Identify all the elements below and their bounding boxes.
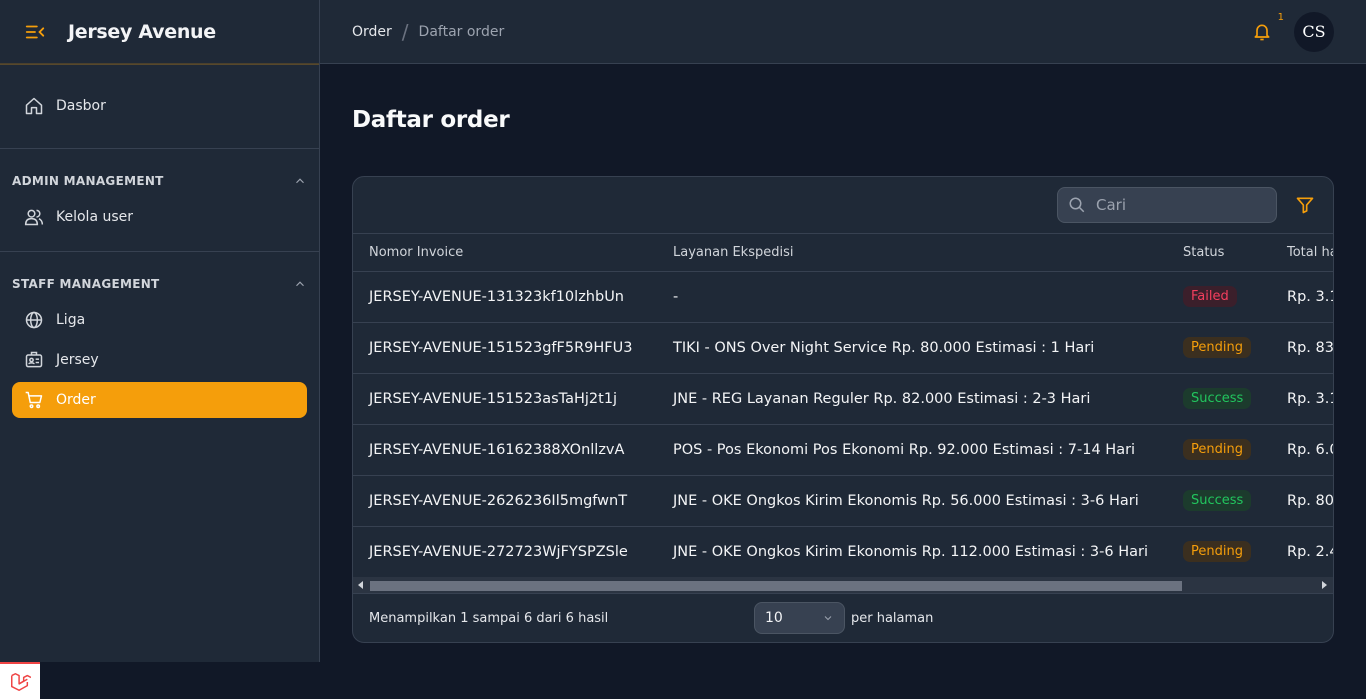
total-cell: Rp. 6.0 [1271, 424, 1333, 476]
brand-title: Jersey Avenue [68, 20, 216, 43]
column-header-invoice[interactable]: Nomor Invoice [353, 234, 657, 272]
sidebar-item-dasbor[interactable]: Dasbor [12, 88, 307, 124]
status-badge: Pending [1183, 541, 1251, 563]
sidebar-item-label: Order [56, 392, 96, 408]
invoice-cell: JERSEY-AVENUE-151523asTaHj2t1j [353, 373, 657, 425]
shipping-cell: POS - Pos Ekonomi Pos Ekonomi Rp. 92.000… [657, 424, 1167, 476]
topbar: Order / Daftar order 1 CS [320, 0, 1366, 64]
orders-table: Nomor Invoice Layanan Ekspedisi Status T… [353, 234, 1333, 577]
table-header-row: Nomor Invoice Layanan Ekspedisi Status T… [353, 234, 1333, 272]
sidebar-item-kelola-user[interactable]: Kelola user [12, 199, 307, 235]
per-page-select[interactable]: 10 [754, 602, 845, 634]
chevron-up-icon [296, 178, 304, 184]
breadcrumb-separator: / [401, 19, 409, 44]
avatar[interactable]: CS [1294, 11, 1334, 52]
sidebar-item-jersey[interactable]: Jersey [12, 342, 307, 378]
pagination-footer: Menampilkan 1 sampai 6 dari 6 hasil 10 p… [353, 594, 1333, 642]
id-card-icon [24, 350, 44, 370]
cart-icon [24, 390, 44, 410]
status-cell: Pending [1167, 526, 1271, 577]
sidebar: Jersey Avenue Dasbor ADMIN MANAGEMENT Ke… [0, 0, 320, 662]
brand-bar: Jersey Avenue [0, 0, 319, 64]
status-badge: Failed [1183, 286, 1237, 307]
status-badge: Success [1183, 388, 1252, 409]
shipping-cell: - [657, 271, 1167, 323]
status-badge: Pending [1183, 337, 1251, 358]
sidebar-item-label: Jersey [56, 352, 99, 368]
staff-management-group: STAFF MANAGEMENT Liga Jersey Order [0, 251, 319, 434]
breadcrumb-current: Daftar order [418, 23, 505, 40]
globe-icon [24, 310, 44, 330]
search-icon [1069, 197, 1085, 213]
status-badge: Pending [1183, 439, 1251, 460]
invoice-cell: JERSEY-AVENUE-16162388XOnllzvA [353, 424, 657, 476]
table-row[interactable]: JERSEY-AVENUE-151523gfF5R9HFU3 TIKI - ON… [353, 322, 1333, 374]
scroll-left-arrow-icon[interactable] [358, 581, 363, 589]
total-cell: Rp. 2.4 [1287, 543, 1333, 560]
per-page-value: 10 [765, 610, 783, 626]
admin-management-group: ADMIN MANAGEMENT Kelola user [0, 148, 319, 251]
users-icon [24, 207, 44, 227]
invoice-cell: JERSEY-AVENUE-2626236Il5mgfwnT [353, 475, 657, 527]
shipping-cell: TIKI - ONS Over Night Service Rp. 80.000… [657, 322, 1167, 374]
sidebar-item-label: Kelola user [56, 209, 134, 225]
status-cell: Success [1167, 475, 1271, 527]
group-heading-staff[interactable]: STAFF MANAGEMENT [0, 274, 319, 294]
sidebar-item-liga[interactable]: Liga [12, 302, 307, 338]
invoice-cell: JERSEY-AVENUE-151523gfF5R9HFU3 [353, 322, 657, 374]
table-scroll-area[interactable]: Nomor Invoice Layanan Ekspedisi Status T… [353, 234, 1333, 577]
column-header-status[interactable]: Status [1167, 234, 1271, 272]
invoice-cell: JERSEY-AVENUE-272723WjFYSPZSle [369, 543, 628, 560]
pagination-summary: Menampilkan 1 sampai 6 dari 6 hasil [369, 610, 609, 626]
total-cell: Rp. 3.1 [1271, 271, 1333, 323]
notifications-button[interactable]: 1 [1252, 12, 1284, 42]
menu-collapse-icon[interactable] [24, 21, 46, 43]
bell-icon [1254, 24, 1270, 40]
status-cell: Pending [1167, 322, 1271, 374]
sidebar-item-label: Liga [56, 312, 86, 328]
column-header-shipping[interactable]: Layanan Ekspedisi [657, 234, 1167, 272]
table-row[interactable]: JERSEY-AVENUE-16162388XOnllzvA POS - Pos… [353, 424, 1333, 476]
status-cell: Failed [1167, 271, 1271, 323]
home-icon [24, 96, 44, 116]
total-cell: Rp. 80 [1271, 475, 1333, 527]
status-cell: Success [1167, 373, 1271, 425]
status-badge: Success [1183, 490, 1252, 511]
chevron-down-icon [824, 616, 832, 621]
shipping-cell: JNE - OKE Ongkos Kirim Ekonomis Rp. 112.… [673, 543, 1148, 560]
shipping-cell: JNE - REG Layanan Reguler Rp. 82.000 Est… [657, 373, 1167, 425]
horizontal-scrollbar[interactable] [353, 577, 1333, 594]
total-cell: Rp. 83 [1271, 322, 1333, 374]
sidebar-item-label: Dasbor [56, 98, 106, 114]
table-row[interactable]: JERSEY-AVENUE-2626236Il5mgfwnT JNE - OKE… [353, 475, 1333, 527]
search-input[interactable] [1096, 196, 1256, 214]
invoice-cell: JERSEY-AVENUE-131323kf10lzhbUn [353, 271, 657, 323]
total-cell: Rp. 3.1 [1271, 373, 1333, 425]
scrollbar-thumb[interactable] [370, 581, 1182, 591]
group-heading-admin[interactable]: ADMIN MANAGEMENT [0, 171, 319, 191]
sidebar-item-order[interactable]: Order [12, 382, 307, 418]
breadcrumb-parent[interactable]: Order [352, 24, 392, 40]
laravel-icon[interactable] [0, 662, 40, 699]
table-row[interactable]: JERSEY-AVENUE-272723WjFYSPZSle JNE - OKE… [353, 526, 1333, 577]
per-page-label: per halaman [851, 610, 934, 626]
breadcrumb: Order / Daftar order [352, 20, 504, 44]
scroll-right-arrow-icon[interactable] [1322, 581, 1327, 589]
group-heading-label: ADMIN MANAGEMENT [12, 174, 164, 188]
page-title: Daftar order [352, 107, 510, 133]
main-content: Daftar order Nomor Invoice Layanan Ekspe… [352, 64, 1334, 643]
shipping-cell: JNE - OKE Ongkos Kirim Ekonomis Rp. 56.0… [657, 475, 1167, 527]
group-heading-label: STAFF MANAGEMENT [12, 277, 160, 291]
orders-table-card: Nomor Invoice Layanan Ekspedisi Status T… [352, 176, 1334, 643]
search-box[interactable] [1057, 187, 1277, 223]
status-cell: Pending [1167, 424, 1271, 476]
notification-badge: 1 [1277, 11, 1284, 23]
table-row[interactable]: JERSEY-AVENUE-131323kf10lzhbUn - Failed … [353, 271, 1333, 323]
column-header-total[interactable]: Total ha [1271, 234, 1333, 272]
table-toolbar [353, 177, 1333, 234]
chevron-up-icon [296, 281, 304, 287]
filter-icon[interactable] [1295, 195, 1315, 215]
table-row[interactable]: JERSEY-AVENUE-151523asTaHj2t1j JNE - REG… [353, 373, 1333, 425]
